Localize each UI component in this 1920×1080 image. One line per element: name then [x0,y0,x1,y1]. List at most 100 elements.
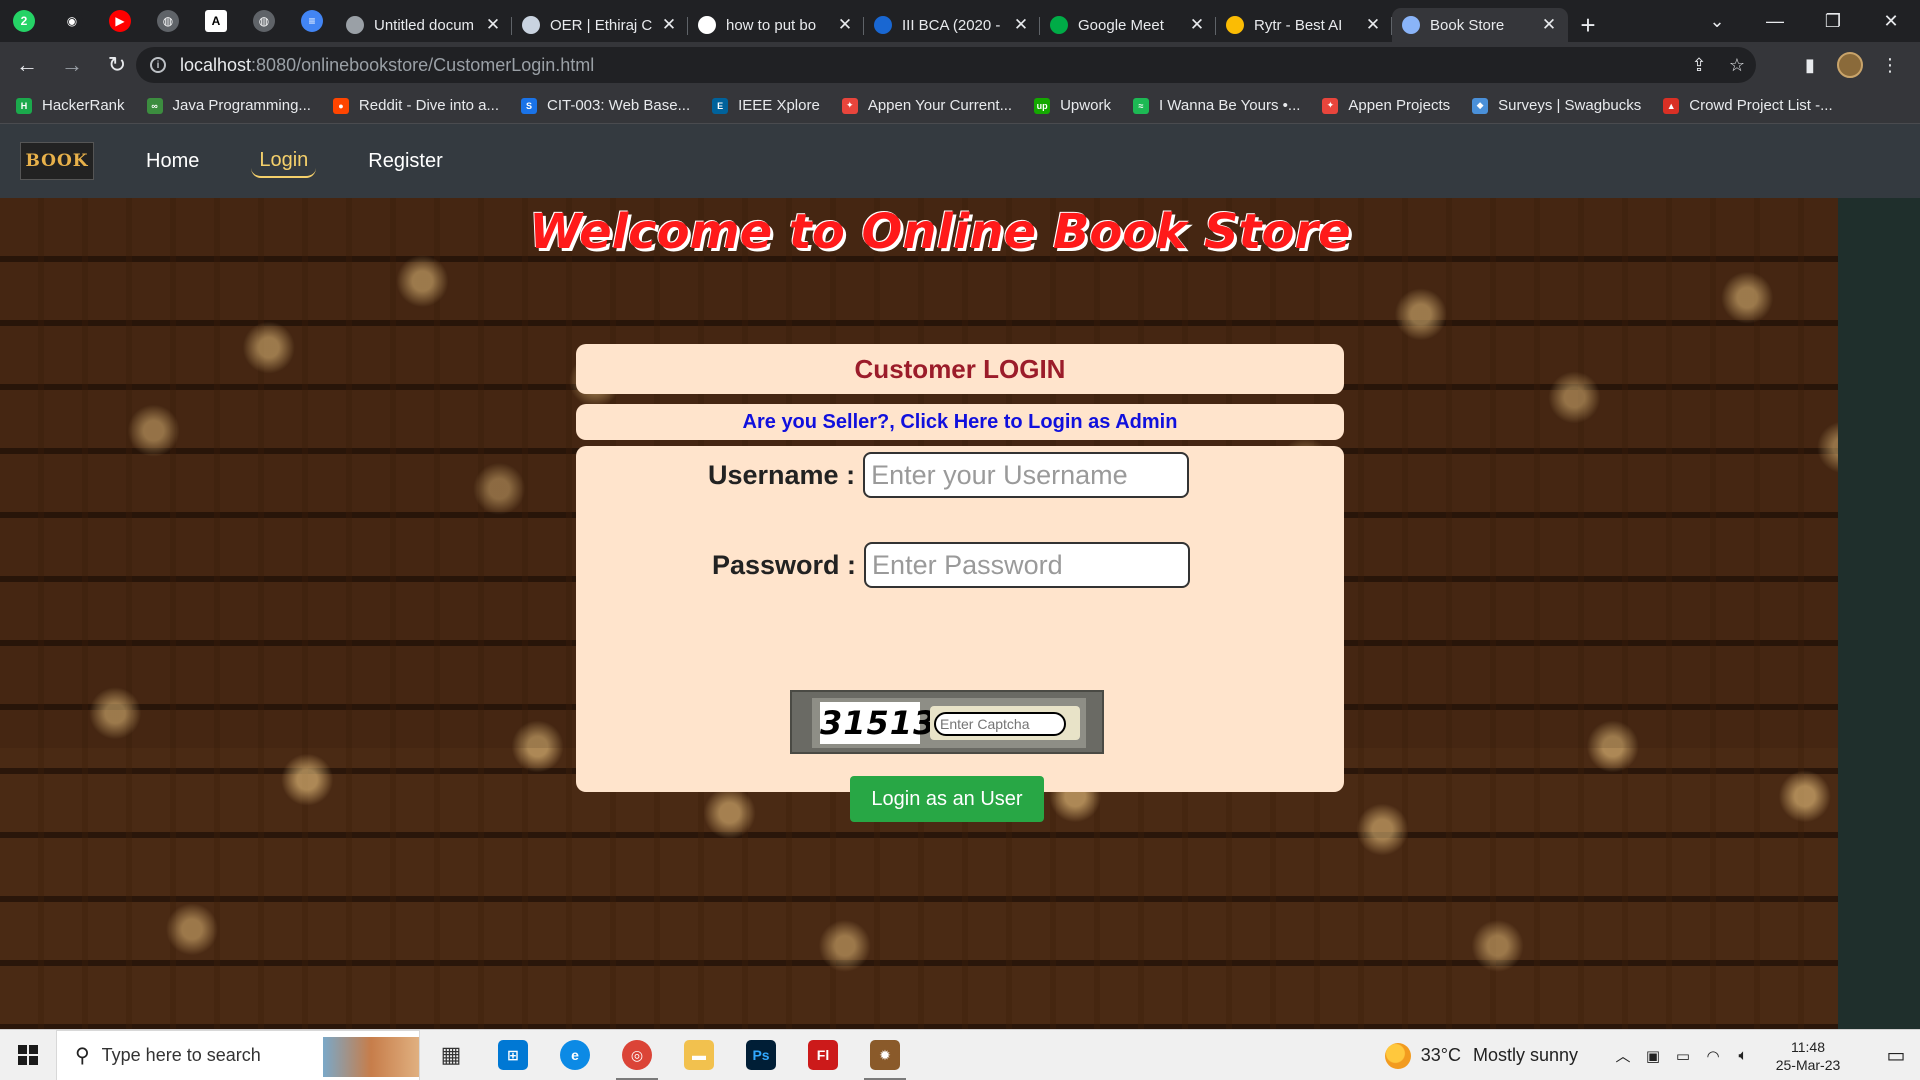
close-window-button[interactable]: ✕ [1862,0,1920,42]
pinned-tab[interactable]: 2 [0,0,48,42]
address-bar[interactable]: i localhost:8080/onlinebookstore/Custome… [136,47,1756,83]
appen-icon: ✦ [1322,97,1339,114]
bookmark-label: Upwork [1060,97,1111,114]
nav-link-home[interactable]: Home [138,146,207,177]
pinned-tab[interactable]: ≡ [288,0,336,42]
taskbar-app[interactable]: Fl [792,1030,854,1080]
battery-icon[interactable]: ▭ [1668,1047,1698,1065]
bookmark-star-icon[interactable]: ☆ [1718,55,1756,76]
weather-desc: Mostly sunny [1472,1045,1578,1065]
side-panel-icon[interactable]: ▮ [1790,55,1830,76]
wifi-icon[interactable]: ◠ [1698,1047,1728,1065]
menu-kebab-icon[interactable]: ⋮ [1870,55,1910,76]
weather-widget[interactable]: 33°C Mostly sunny [1384,1042,1578,1069]
browser-tab[interactable]: OER | Ethiraj C ✕ [512,8,688,42]
flash-icon: Fl [808,1040,838,1070]
tab-title: Rytr - Best AI [1254,16,1343,34]
bookmark-item[interactable]: ∞ Java Programming... [146,97,311,114]
globe-icon: ◍ [253,10,275,32]
bookmark-item[interactable]: up Upwork [1034,97,1111,114]
nav-link-register[interactable]: Register [360,146,450,177]
site-info-icon[interactable]: i [150,57,166,73]
brand-logo[interactable]: BOOK [20,142,94,180]
minimize-button[interactable]: — [1746,0,1804,42]
toolbar-right: ▮ ⋮ [1790,47,1910,83]
close-tab-icon[interactable]: ✕ [1188,15,1206,35]
tab-search-icon[interactable]: ⌄ [1688,0,1746,42]
login-button[interactable]: Login as an User [850,776,1044,822]
close-tab-icon[interactable]: ✕ [1540,15,1558,35]
taskbar-app[interactable]: ▦ [420,1030,482,1080]
pinned-tab[interactable]: ◉ [48,0,96,42]
bookmark-label: Appen Projects [1348,97,1451,114]
taskbar-app[interactable]: ✹ [854,1030,916,1080]
restore-button[interactable]: ❐ [1804,0,1862,42]
globe-icon: ◍ [157,10,179,32]
share-icon[interactable]: ⇪ [1680,55,1718,76]
volume-icon[interactable]: 🔈︎ [1728,1047,1758,1064]
browser-tab[interactable]: III BCA (2020 - ✕ [864,8,1040,42]
bookmark-label: Reddit - Dive into a... [358,97,499,114]
taskbar-app[interactable]: ⊞ [482,1030,544,1080]
nav-link-login[interactable]: Login [251,145,317,178]
meet-tray-icon[interactable]: ▣ [1638,1047,1668,1065]
reload-button[interactable]: ↻ [99,47,135,83]
browser-tab[interactable]: how to put bo ✕ [688,8,864,42]
back-button[interactable]: ← [9,47,45,83]
tab-title: Untitled docum [374,16,475,34]
bookmark-item[interactable]: ✦ Appen Projects [1322,97,1450,114]
reddit-icon: ● [332,97,349,114]
new-tab-button[interactable]: + [1568,8,1608,42]
start-button[interactable] [0,1030,56,1080]
s-icon: S [520,97,537,114]
taskbar-search[interactable]: ⚲ Type here to search [56,1029,420,1080]
browser-tab[interactable]: Google Meet ✕ [1040,8,1216,42]
rytr-icon [1226,16,1244,34]
browser-tab[interactable]: Rytr - Best AI ✕ [1216,8,1392,42]
browser-tab[interactable]: Untitled docum ✕ [336,8,512,42]
omnibox-actions: ⇪ ☆ [1680,47,1756,83]
file-explorer-icon: ▬ [684,1040,714,1070]
pinned-tab[interactable]: ◍ [240,0,288,42]
page-content: BOOK Home Login Register Welcome to Online… [0,124,1920,1029]
bookmark-item[interactable]: E IEEE Xplore [712,97,820,114]
taskbar-app[interactable]: e [544,1030,606,1080]
close-tab-icon[interactable]: ✕ [1012,15,1030,35]
globe-icon [346,16,364,34]
bookmark-label: IEEE Xplore [738,97,820,114]
windows-logo-icon [18,1045,38,1065]
task-view-icon: ▦ [440,1042,462,1067]
browser-tab[interactable]: Book Store ✕ [1392,8,1568,42]
taskbar-app[interactable]: ◎ [606,1030,668,1080]
chrome-icon: ◎ [622,1040,652,1070]
bookmark-item[interactable]: H HackerRank [16,97,125,114]
url-host: localhost [180,54,252,75]
bookmark-label: Appen Your Current... [867,97,1013,114]
chevron-up-icon[interactable]: ︿ [1608,1045,1638,1066]
bookmark-item[interactable]: ◆ Surveys | Swagbucks [1472,97,1641,114]
bookmark-item[interactable]: ▲ Crowd Project List -... [1663,97,1833,114]
bookmark-label: Java Programming... [172,97,311,114]
notification-icon[interactable]: ▭ [1872,1030,1920,1080]
bookmark-item[interactable]: ● Reddit - Dive into a... [332,97,499,114]
clock[interactable]: 11:48 25-Mar-23 [1768,1038,1848,1074]
taskbar-app[interactable]: Ps [730,1030,792,1080]
close-tab-icon[interactable]: ✕ [836,15,854,35]
close-tab-icon[interactable]: ✕ [660,15,678,35]
pinned-tab[interactable]: ◍ [144,0,192,42]
ieee-icon: E [712,97,729,114]
forward-button[interactable]: → [54,47,90,83]
bookmark-item[interactable]: S CIT-003: Web Base... [520,97,690,114]
sun-icon [1384,1042,1411,1069]
profile-avatar[interactable] [1830,52,1870,78]
photoshop-icon: Ps [746,1040,776,1070]
pinned-tab[interactable]: A [192,0,240,42]
weather-temp: 33°C [1420,1045,1461,1065]
pinned-tab[interactable]: ▶ [96,0,144,42]
close-tab-icon[interactable]: ✕ [484,15,502,35]
bookmark-item[interactable]: ≈ I Wanna Be Yours •... [1132,97,1300,114]
bookmark-item[interactable]: ✦ Appen Your Current... [841,97,1013,114]
taskbar-app[interactable]: ▬ [668,1030,730,1080]
close-tab-icon[interactable]: ✕ [1364,15,1382,35]
captcha-input[interactable] [934,712,1066,736]
